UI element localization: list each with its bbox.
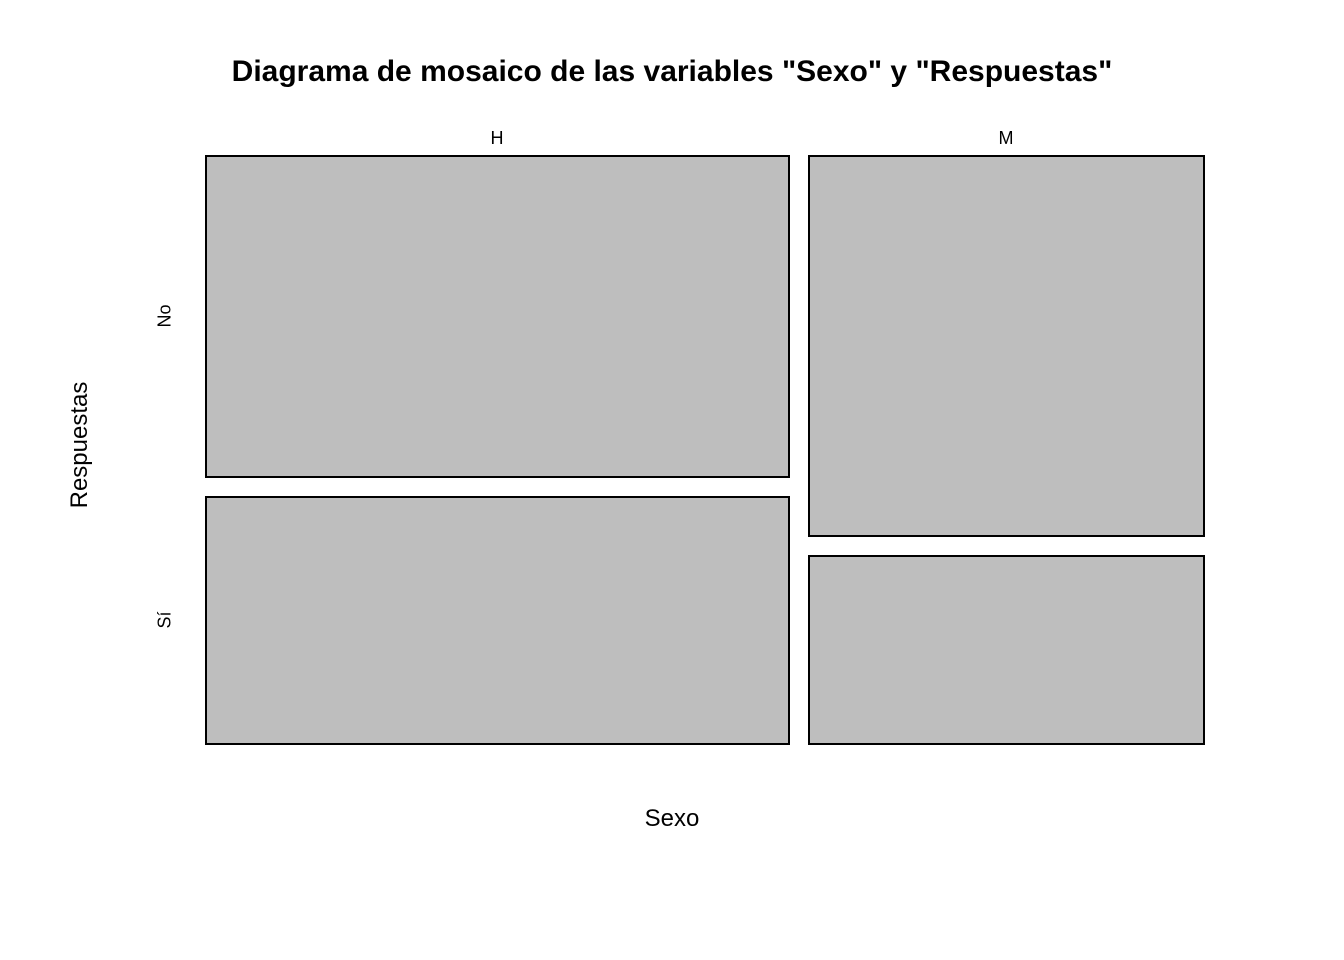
y-axis-label: Respuestas xyxy=(66,382,94,509)
col-label-m: M xyxy=(999,128,1014,149)
chart-title: Diagrama de mosaico de las variables "Se… xyxy=(0,55,1344,89)
x-axis-label: Sexo xyxy=(0,805,1344,833)
col-label-h: H xyxy=(491,128,504,149)
mosaic-plot-area xyxy=(205,155,1205,745)
row-label-no: No xyxy=(155,304,176,327)
row-label-si: Sí xyxy=(155,611,176,628)
tile-h-si xyxy=(205,496,790,745)
tile-m-si xyxy=(808,555,1205,745)
tile-h-no xyxy=(205,155,790,478)
tile-m-no xyxy=(808,155,1205,537)
